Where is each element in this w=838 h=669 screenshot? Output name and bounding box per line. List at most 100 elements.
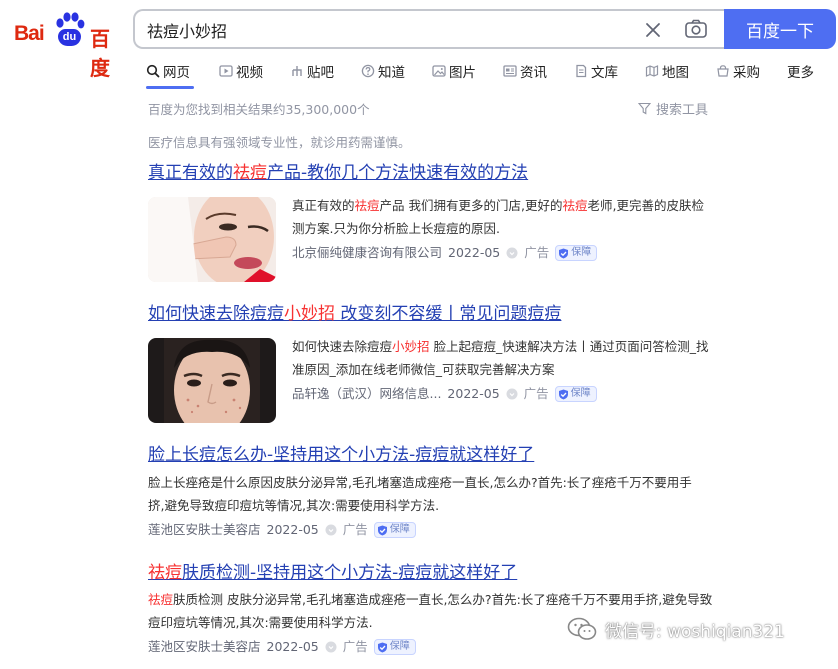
result-thumbnail[interactable] xyxy=(148,197,276,282)
search-result: 真正有效的祛痘产品-教你几个方法快速有效的方法 真正有效的祛痘产品 我们拥有更多… xyxy=(148,162,728,282)
purchase-icon xyxy=(717,65,729,77)
tab-purchase[interactable]: 采购 xyxy=(716,61,760,81)
result-source[interactable]: 北京俪纯健康咨询有限公司 xyxy=(292,242,442,264)
tab-label: 采购 xyxy=(733,65,760,81)
text-segment: 改变刻不容缓丨常见问题痘痘 xyxy=(335,304,562,324)
ad-label: 广告 xyxy=(342,639,368,654)
badge-label: 保障 xyxy=(389,524,410,535)
baidu-logo[interactable]: Bai du 百度 xyxy=(14,10,118,80)
result-source[interactable]: 品轩逸（武汉）网络信息... xyxy=(292,383,441,405)
tab-label: 视频 xyxy=(236,65,263,81)
wechat-watermark: 微信号: woshiqian321 xyxy=(567,616,785,642)
tab-image[interactable]: 图片 xyxy=(432,61,476,81)
wechat-icon xyxy=(567,617,597,640)
tab-label: 知道 xyxy=(378,65,405,81)
highlight-text: 祛痘 xyxy=(354,198,380,213)
tab-map[interactable]: 地图 xyxy=(645,61,689,81)
result-date: 2022-05 xyxy=(448,245,501,260)
result-meta: 莲池区安肤士美容店 2022-05 广告 保障 xyxy=(148,519,728,541)
shield-check-icon xyxy=(559,248,569,258)
shield-check-icon xyxy=(558,389,568,399)
logo-cn: 百度 xyxy=(90,27,110,80)
tab-web[interactable]: 网页 xyxy=(146,61,190,81)
search-tabs: 网页 视频 贴吧 知道 图片 资讯 文库 地图 采购 更多 xyxy=(146,61,836,83)
tieba-icon xyxy=(292,66,302,76)
result-snippet: 脸上长痤疮是什么原因皮肤分泌异常,毛孔堵塞造成痤疮一直长,怎么办?首先:长了痤疮… xyxy=(148,471,708,517)
ad-label: 广告 xyxy=(342,522,368,537)
guarantee-badge[interactable]: 保障 xyxy=(373,639,416,655)
highlight-text: 小妙招 xyxy=(284,304,335,324)
text-segment: 真正有效的 xyxy=(292,198,355,213)
tab-label: 文库 xyxy=(591,65,618,81)
camera-icon[interactable] xyxy=(684,18,708,40)
info-icon[interactable] xyxy=(506,388,518,400)
result-title[interactable]: 如何快速去除痘痘小妙招 改变刻不容缓丨常见问题痘痘 xyxy=(148,303,728,325)
watermark-text: 微信号: woshiqian321 xyxy=(605,621,785,642)
highlight-text: 祛痘 xyxy=(233,163,267,183)
result-title[interactable]: 真正有效的祛痘产品-教你几个方法快速有效的方法 xyxy=(148,162,728,184)
result-date: 2022-05 xyxy=(266,639,319,654)
highlight-text: 小妙招 xyxy=(392,339,430,354)
search-result: 祛痘肤质检测-坚持用这个小方法-痘痘就这样好了 祛痘肤质检测 皮肤分泌异常,毛孔… xyxy=(148,562,728,658)
face-photo xyxy=(148,338,276,423)
info-icon[interactable] xyxy=(325,641,337,653)
medical-disclaimer: 医疗信息具有强领域专业性，就诊用药需谨慎。 xyxy=(148,135,411,150)
tab-video[interactable]: 视频 xyxy=(219,61,263,81)
shield-check-icon xyxy=(377,642,387,652)
text-segment: 真正有效的 xyxy=(148,163,233,183)
guarantee-badge[interactable]: 保障 xyxy=(373,522,416,538)
search-tools-label: 搜索工具 xyxy=(656,103,709,118)
info-icon[interactable] xyxy=(325,524,337,536)
video-icon xyxy=(219,65,233,77)
search-icon xyxy=(146,64,160,78)
result-source[interactable]: 莲池区安肤士美容店 xyxy=(148,519,261,541)
search-input[interactable] xyxy=(147,19,607,41)
tab-tieba[interactable]: 贴吧 xyxy=(290,61,334,81)
clear-icon[interactable] xyxy=(642,19,664,41)
logo-du: du xyxy=(58,29,81,46)
wenku-icon xyxy=(576,64,587,78)
result-title[interactable]: 脸上长痘怎么办-坚持用这个小方法-痘痘就这样好了 xyxy=(148,444,728,466)
filter-icon xyxy=(638,102,651,115)
tab-more[interactable]: 更多 xyxy=(787,61,814,81)
zhidao-icon xyxy=(361,64,375,78)
tab-label: 图片 xyxy=(449,65,476,81)
highlight-text: 祛痘 xyxy=(562,198,588,213)
text-segment: 肤质检测-坚持用这个小方法-痘痘就这样好了 xyxy=(182,563,518,583)
result-title[interactable]: 祛痘肤质检测-坚持用这个小方法-痘痘就这样好了 xyxy=(148,562,728,584)
info-icon[interactable] xyxy=(506,247,518,259)
badge-label: 保障 xyxy=(389,641,410,652)
result-thumbnail[interactable] xyxy=(148,338,276,423)
face-photo xyxy=(148,197,276,282)
ad-label: 广告 xyxy=(524,245,550,260)
highlight-text: 祛痘 xyxy=(148,592,174,607)
search-tools-button[interactable]: 搜索工具 xyxy=(638,99,708,118)
result-date: 2022-05 xyxy=(266,522,319,537)
badge-label: 保障 xyxy=(570,388,591,399)
result-meta: 北京俪纯健康咨询有限公司 2022-05 广告 保障 xyxy=(292,242,712,264)
result-count: 百度为您找到相关结果约35,300,000个 xyxy=(148,102,370,117)
guarantee-badge[interactable]: 保障 xyxy=(554,386,597,402)
result-snippet: 真正有效的祛痘产品 我们拥有更多的门店,更好的祛痘老师,更完善的皮肤检测方案.只… xyxy=(292,194,712,240)
result-snippet: 如何快速去除痘痘小妙招 脸上起痘痘_快速解决方法丨通过页面问答检测_找准原因_添… xyxy=(292,335,712,381)
search-box xyxy=(133,9,725,49)
news-icon xyxy=(503,65,517,77)
active-tab-indicator xyxy=(146,86,194,89)
tab-label: 网页 xyxy=(163,65,190,81)
tab-label: 地图 xyxy=(662,65,689,81)
tab-label: 贴吧 xyxy=(307,65,334,81)
shield-check-icon xyxy=(377,525,387,535)
tab-news[interactable]: 资讯 xyxy=(503,61,547,81)
result-source[interactable]: 莲池区安肤士美容店 xyxy=(148,636,261,658)
ad-label: 广告 xyxy=(523,386,549,401)
search-button[interactable]: 百度一下 xyxy=(724,9,836,49)
text-segment: 脸上长痘怎么办-坚持用这个小方法-痘痘就这样好了 xyxy=(148,445,535,465)
search-result: 如何快速去除痘痘小妙招 改变刻不容缓丨常见问题痘痘 如何快速去除痘痘小妙招 脸上… xyxy=(148,303,728,423)
search-result: 脸上长痘怎么办-坚持用这个小方法-痘痘就这样好了 脸上长痤疮是什么原因皮肤分泌异… xyxy=(148,444,728,541)
logo-bai: Bai xyxy=(14,22,45,45)
tab-wenku[interactable]: 文库 xyxy=(574,61,618,81)
text-segment: 脸上长痤疮是什么原因皮肤分泌异常,毛孔堵塞造成痤疮一直长,怎么办?首先:长了痤疮… xyxy=(148,475,692,513)
guarantee-badge[interactable]: 保障 xyxy=(555,245,598,261)
tab-zhidao[interactable]: 知道 xyxy=(361,61,405,81)
text-segment: 如何快速去除痘痘 xyxy=(292,339,393,354)
